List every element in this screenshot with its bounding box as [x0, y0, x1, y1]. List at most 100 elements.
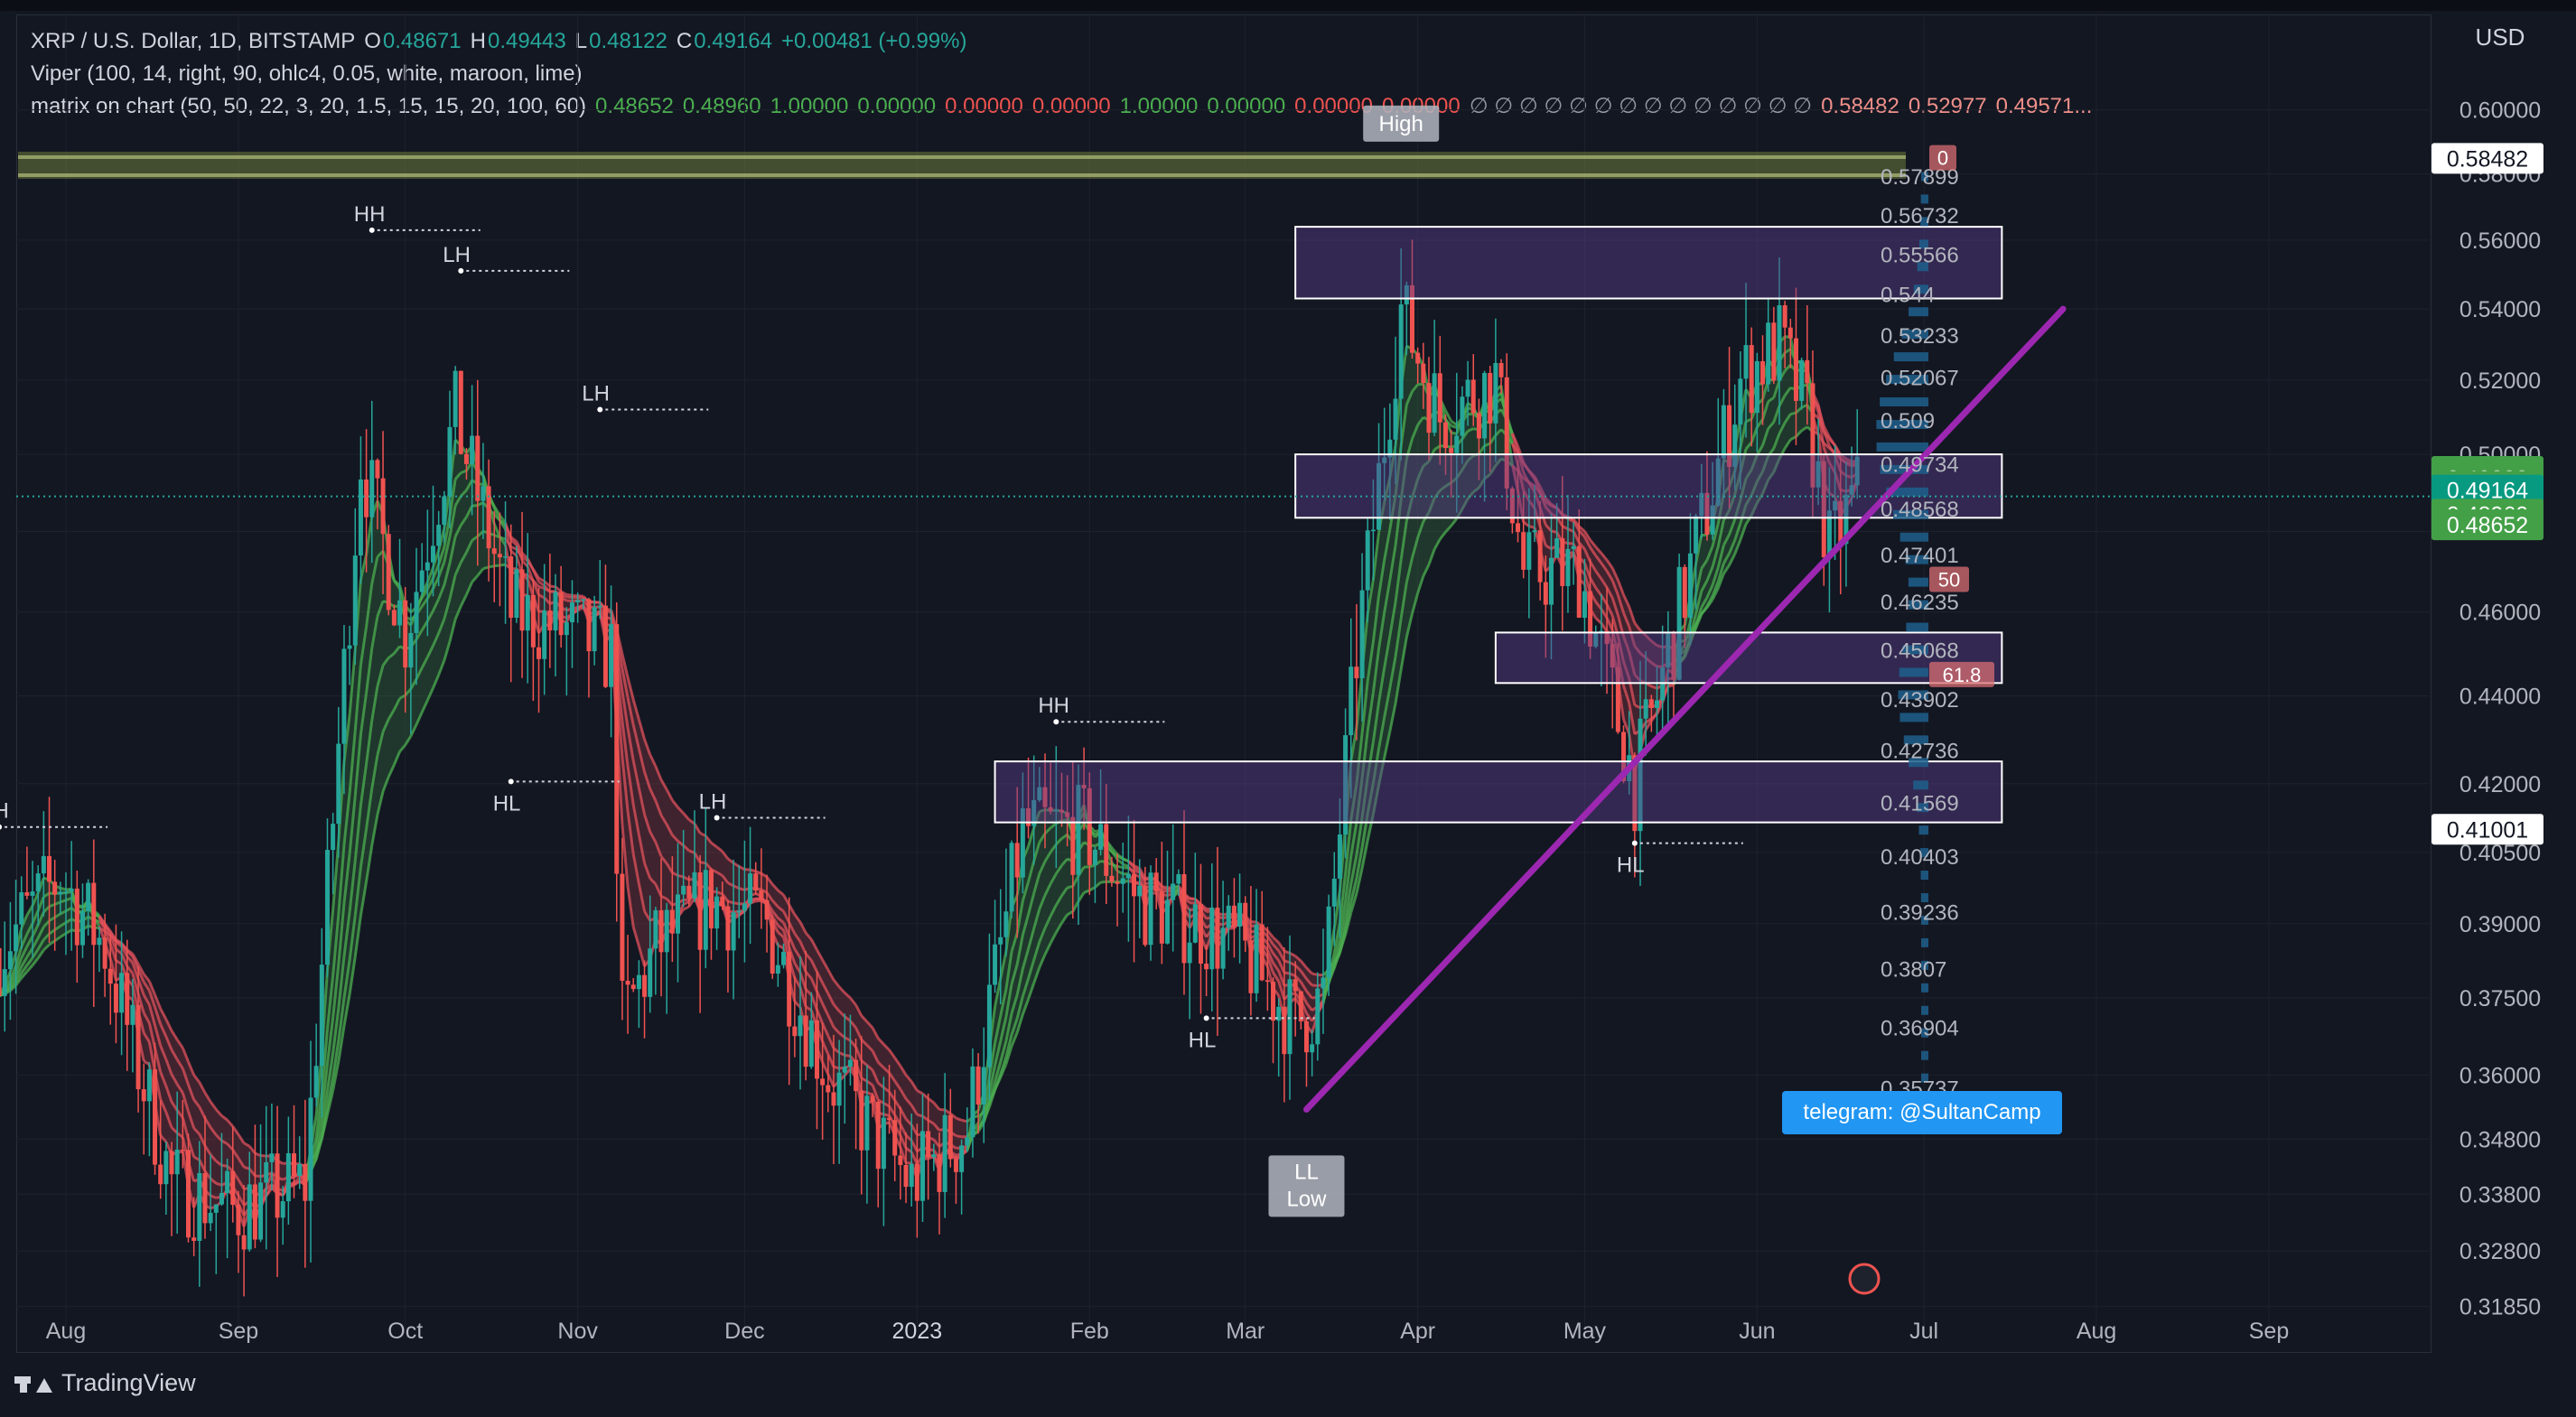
candle-body [514, 569, 519, 619]
candle-body [1365, 530, 1370, 591]
candle-body [1271, 982, 1276, 1021]
ribbon-line [494, 564, 500, 568]
candle-body [1805, 359, 1810, 384]
candle-body [525, 595, 530, 631]
tradingview-brand[interactable]: TradingView [14, 1369, 196, 1397]
candle-body [642, 974, 648, 997]
candle-body [0, 947, 2, 996]
candle-body [1465, 379, 1470, 397]
callout-label: LL [1294, 1160, 1319, 1184]
marker-dot [1053, 719, 1059, 725]
candle-body [1476, 413, 1481, 439]
candle-body [1120, 878, 1125, 884]
candle-body [1204, 963, 1209, 970]
ribbon-line [509, 549, 518, 557]
ribbon-line [750, 868, 757, 873]
candle-body [1215, 907, 1220, 969]
candle-body [336, 743, 341, 825]
callout-label: High [1379, 112, 1423, 136]
profile-bar [1913, 780, 1928, 790]
marker-dot [1203, 1015, 1209, 1021]
candle-body [1760, 360, 1766, 385]
candle-body [358, 479, 363, 556]
candle-body [636, 974, 641, 990]
candle-body [303, 1163, 308, 1201]
price-level-label: 0.3807 [1881, 957, 1946, 982]
candle-body [742, 903, 747, 911]
candle-body [7, 951, 13, 970]
candle-body [30, 891, 35, 896]
candle-body [1254, 924, 1259, 993]
ribbon-line [1100, 880, 1106, 884]
candle-body [542, 610, 547, 659]
ribbon-line [1122, 862, 1129, 868]
candle-body [102, 937, 107, 969]
ribbon-fill [827, 969, 834, 1087]
candle-body [592, 607, 597, 652]
y-tick-label: 0.44000 [2459, 685, 2541, 710]
candle-body [319, 965, 324, 1067]
candle-body [847, 1059, 853, 1067]
candle-body [130, 1004, 135, 1025]
y-tick-label: 0.32800 [2459, 1239, 2541, 1264]
candle-body [1259, 924, 1265, 981]
marker-dot [714, 815, 720, 821]
ribbon-line [738, 887, 745, 891]
supply-demand-zone [994, 760, 2003, 824]
ribbon-line [471, 503, 478, 508]
price-level-label: 0.48568 [1881, 498, 1959, 522]
candle-body [352, 555, 358, 646]
candle-body [425, 562, 430, 571]
fib-badge-label: 50 [1938, 568, 1960, 591]
candle-body [842, 1067, 847, 1073]
marker-lh: LH [582, 381, 610, 406]
profile-bar [1899, 713, 1928, 722]
candle-body [1437, 373, 1442, 423]
marker-lh: LH [443, 243, 471, 267]
marker-hl: HL [1189, 1028, 1217, 1052]
candle-body [875, 1101, 881, 1170]
candle-body [898, 1155, 903, 1165]
candle-body [1415, 352, 1421, 364]
candle-body [1176, 873, 1181, 884]
profile-bar [1899, 667, 1928, 677]
candle-body [630, 984, 636, 990]
candle-body [1565, 548, 1571, 586]
ribbon-line [1088, 863, 1096, 869]
candle-body [697, 872, 703, 950]
ribbon-line [1116, 864, 1124, 870]
ribbon-line [538, 584, 546, 590]
candle-body [397, 600, 403, 626]
candle-body [52, 881, 58, 895]
ribbon-line [1283, 971, 1291, 975]
candle-body [1009, 843, 1014, 912]
candle-body [91, 882, 97, 946]
x-tick-label: Mar [1226, 1319, 1265, 1344]
ribbon-line [572, 593, 578, 598]
candle-body [180, 1149, 185, 1151]
ribbon-line [716, 890, 723, 896]
y-tick-label: 0.60000 [2459, 98, 2541, 124]
candle-body [1237, 902, 1243, 928]
candle-body [391, 610, 397, 626]
ribbon-fill [822, 959, 828, 1075]
candle-body [653, 909, 658, 949]
y-tick-label: 0.54000 [2459, 297, 2541, 322]
y-tick-label: 0.42000 [2459, 772, 2541, 797]
candle-body [1165, 900, 1170, 944]
ribbon-line [961, 1118, 968, 1123]
candle-body [1370, 529, 1376, 532]
price-level-label: 0.39236 [1881, 900, 1959, 925]
candle-body [1548, 557, 1554, 605]
price-chart[interactable]: 0.578990.567320.555660.5440.532330.52067… [0, 0, 2576, 1417]
candle-body [191, 1237, 197, 1241]
candle-body [280, 1201, 285, 1218]
ribbon-line [255, 1174, 261, 1179]
price-level-label: 0.42736 [1881, 740, 1959, 764]
candle-body [297, 1163, 303, 1177]
candle-body [1766, 322, 1771, 385]
candle-body [998, 937, 1003, 945]
candle-body [937, 1154, 942, 1192]
candle-body [703, 870, 708, 950]
candle-body [1543, 582, 1548, 605]
